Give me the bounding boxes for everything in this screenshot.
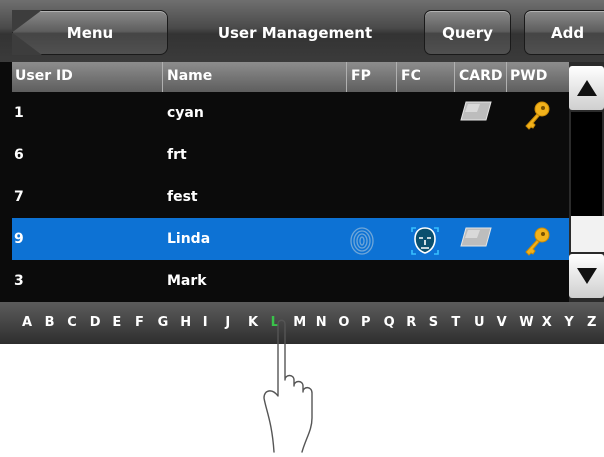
top-bar: Menu User Management Query Add bbox=[0, 0, 604, 62]
alphabet-letter-w[interactable]: W bbox=[519, 302, 533, 344]
pointing-hand-icon bbox=[263, 319, 313, 453]
user-name-cell: Linda bbox=[167, 231, 211, 247]
alphabet-letter-s[interactable]: S bbox=[429, 302, 438, 344]
user-name-cell: frt bbox=[167, 147, 187, 163]
key-icon bbox=[522, 226, 552, 256]
alphabet-letter-h[interactable]: H bbox=[180, 302, 191, 344]
user-id-cell: 1 bbox=[14, 105, 24, 121]
fingerprint-icon bbox=[349, 226, 379, 255]
alphabet-letter-i[interactable]: I bbox=[203, 302, 208, 344]
alphabet-letter-g[interactable]: G bbox=[158, 302, 169, 344]
alphabet-letter-q[interactable]: Q bbox=[384, 302, 395, 344]
table-row[interactable]: 9 Linda bbox=[12, 218, 569, 260]
scrollbar[interactable] bbox=[569, 62, 604, 302]
scroll-down-button[interactable] bbox=[569, 254, 604, 298]
alphabet-letter-r[interactable]: R bbox=[406, 302, 416, 344]
alphabet-letter-u[interactable]: U bbox=[474, 302, 485, 344]
alphabet-letter-d[interactable]: D bbox=[90, 302, 101, 344]
alphabet-letter-c[interactable]: C bbox=[67, 302, 77, 344]
query-button[interactable]: Query bbox=[424, 10, 511, 55]
device-screen: Menu User Management Query Add User ID N… bbox=[0, 0, 604, 344]
page-title: User Management bbox=[217, 23, 373, 42]
column-header-pwd[interactable]: PWD bbox=[506, 62, 569, 92]
column-header-card[interactable]: CARD bbox=[454, 62, 506, 92]
user-name-cell: Mark bbox=[167, 273, 207, 289]
alphabet-letter-p[interactable]: P bbox=[361, 302, 371, 344]
menu-button-label: Menu bbox=[66, 23, 114, 42]
user-id-cell: 6 bbox=[14, 147, 24, 163]
alphabet-letter-t[interactable]: T bbox=[451, 302, 460, 344]
column-header-user-id[interactable]: User ID bbox=[12, 62, 162, 92]
table-header: User ID Name FP FC CARD PWD bbox=[12, 62, 569, 92]
table-row[interactable]: 6 frt bbox=[12, 134, 569, 176]
table-row[interactable]: 7 fest bbox=[12, 176, 569, 218]
alphabet-letter-y[interactable]: Y bbox=[564, 302, 573, 344]
key-icon bbox=[522, 100, 552, 130]
user-name-cell: cyan bbox=[167, 105, 204, 121]
face-icon bbox=[410, 226, 440, 255]
scroll-up-button[interactable] bbox=[569, 66, 604, 110]
scroll-thumb[interactable] bbox=[571, 216, 604, 252]
table-row[interactable]: 3 Mark bbox=[12, 260, 569, 302]
alphabet-letter-e[interactable]: E bbox=[112, 302, 121, 344]
arrow-down-icon bbox=[576, 268, 597, 284]
card-icon bbox=[460, 226, 492, 252]
alphabet-letter-a[interactable]: A bbox=[22, 302, 32, 344]
user-id-cell: 9 bbox=[14, 231, 24, 247]
alphabet-letter-x[interactable]: X bbox=[542, 302, 552, 344]
arrow-up-icon bbox=[576, 80, 597, 96]
alphabet-letter-o[interactable]: O bbox=[338, 302, 349, 344]
user-id-cell: 3 bbox=[14, 273, 24, 289]
add-button-label: Add bbox=[551, 23, 585, 42]
column-header-fp[interactable]: FP bbox=[346, 62, 396, 92]
card-icon bbox=[460, 100, 492, 126]
add-button[interactable]: Add bbox=[524, 10, 604, 55]
alphabet-letter-j[interactable]: J bbox=[225, 302, 230, 344]
alphabet-letter-z[interactable]: Z bbox=[587, 302, 596, 344]
user-id-cell: 7 bbox=[14, 189, 24, 205]
menu-button[interactable]: Menu bbox=[12, 10, 168, 55]
column-header-name[interactable]: Name bbox=[162, 62, 346, 92]
alphabet-letter-v[interactable]: V bbox=[497, 302, 507, 344]
user-list: 1 cyan 6 frt 7 fest 9 Linda 3 Mark bbox=[12, 92, 569, 302]
alphabet-letter-b[interactable]: B bbox=[45, 302, 55, 344]
user-name-cell: fest bbox=[167, 189, 198, 205]
alphabet-letter-f[interactable]: F bbox=[135, 302, 144, 344]
table-row[interactable]: 1 cyan bbox=[12, 92, 569, 134]
column-header-fc[interactable]: FC bbox=[396, 62, 429, 92]
query-button-label: Query bbox=[442, 23, 493, 42]
